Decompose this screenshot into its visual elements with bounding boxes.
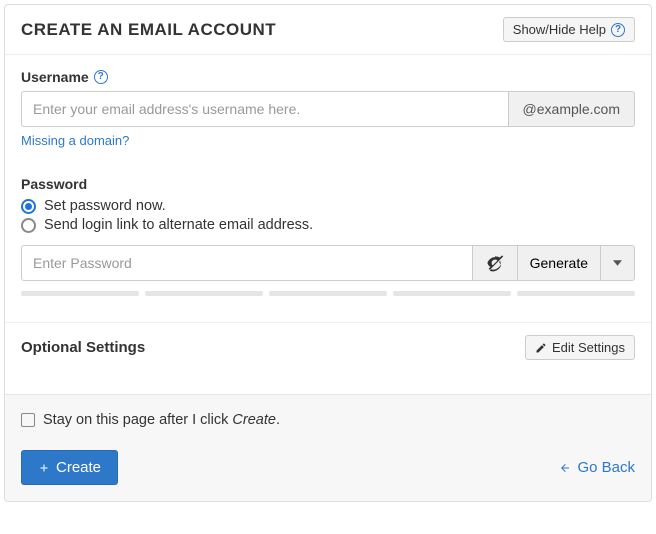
- help-button-label: Show/Hide Help: [513, 22, 606, 37]
- question-icon[interactable]: ?: [94, 70, 108, 84]
- username-input-group: @example.com: [21, 91, 635, 127]
- username-label: Username: [21, 69, 89, 85]
- pencil-icon: [535, 342, 547, 354]
- edit-settings-button[interactable]: Edit Settings: [525, 335, 635, 360]
- panel-footer: Stay on this page after I click Create. …: [5, 394, 651, 501]
- optional-settings-header: Optional Settings Edit Settings: [5, 322, 651, 370]
- go-back-label: Go Back: [577, 459, 635, 476]
- eye-slash-icon: [485, 253, 505, 273]
- radio-icon: [21, 199, 36, 214]
- missing-domain-link[interactable]: Missing a domain?: [21, 133, 129, 148]
- password-section: Password Set password now. Send login li…: [5, 154, 651, 322]
- go-back-link[interactable]: Go Back: [558, 459, 635, 476]
- create-button[interactable]: Create: [21, 450, 118, 485]
- create-button-label: Create: [56, 459, 101, 476]
- radio-label: Send login link to alternate email addre…: [44, 217, 313, 233]
- password-strength-meter: [21, 291, 635, 296]
- show-hide-help-button[interactable]: Show/Hide Help ?: [503, 17, 635, 42]
- stay-text-suffix: .: [276, 412, 280, 428]
- strength-segment: [269, 291, 387, 296]
- arrow-left-icon: [558, 462, 572, 474]
- footer-actions: Create Go Back: [21, 450, 635, 485]
- stay-text-prefix: Stay on this page after I click: [43, 412, 232, 428]
- stay-text-em: Create: [232, 412, 276, 428]
- caret-down-icon: [613, 260, 622, 266]
- password-input-group: Generate: [21, 245, 635, 281]
- radio-label: Set password now.: [44, 198, 166, 214]
- page-title: CREATE AN EMAIL ACCOUNT: [21, 20, 276, 40]
- radio-icon: [21, 218, 36, 233]
- edit-settings-label: Edit Settings: [552, 340, 625, 355]
- create-email-panel: CREATE AN EMAIL ACCOUNT Show/Hide Help ?…: [4, 4, 652, 502]
- optional-settings-title: Optional Settings: [21, 339, 145, 356]
- username-section: Username ? @example.com Missing a domain…: [5, 55, 651, 154]
- radio-set-password-now[interactable]: Set password now.: [21, 198, 635, 214]
- radio-send-login-link[interactable]: Send login link to alternate email addre…: [21, 217, 635, 233]
- strength-segment: [393, 291, 511, 296]
- stay-on-page-checkbox-row[interactable]: Stay on this page after I click Create.: [21, 412, 635, 428]
- stay-on-page-label: Stay on this page after I click Create.: [43, 412, 280, 428]
- strength-segment: [517, 291, 635, 296]
- strength-segment: [145, 291, 263, 296]
- password-input[interactable]: [21, 245, 473, 281]
- generate-label: Generate: [530, 255, 588, 271]
- plus-icon: [38, 462, 50, 474]
- toggle-password-visibility-button[interactable]: [473, 245, 518, 281]
- generate-options-dropdown-button[interactable]: [601, 245, 635, 281]
- password-label: Password: [21, 176, 635, 192]
- username-label-row: Username ?: [21, 69, 635, 85]
- checkbox-icon: [21, 413, 35, 427]
- username-input[interactable]: [21, 91, 509, 127]
- domain-suffix: @example.com: [509, 91, 635, 127]
- panel-header: CREATE AN EMAIL ACCOUNT Show/Hide Help ?: [5, 5, 651, 55]
- strength-segment: [21, 291, 139, 296]
- question-icon: ?: [611, 23, 625, 37]
- generate-password-button[interactable]: Generate: [518, 245, 601, 281]
